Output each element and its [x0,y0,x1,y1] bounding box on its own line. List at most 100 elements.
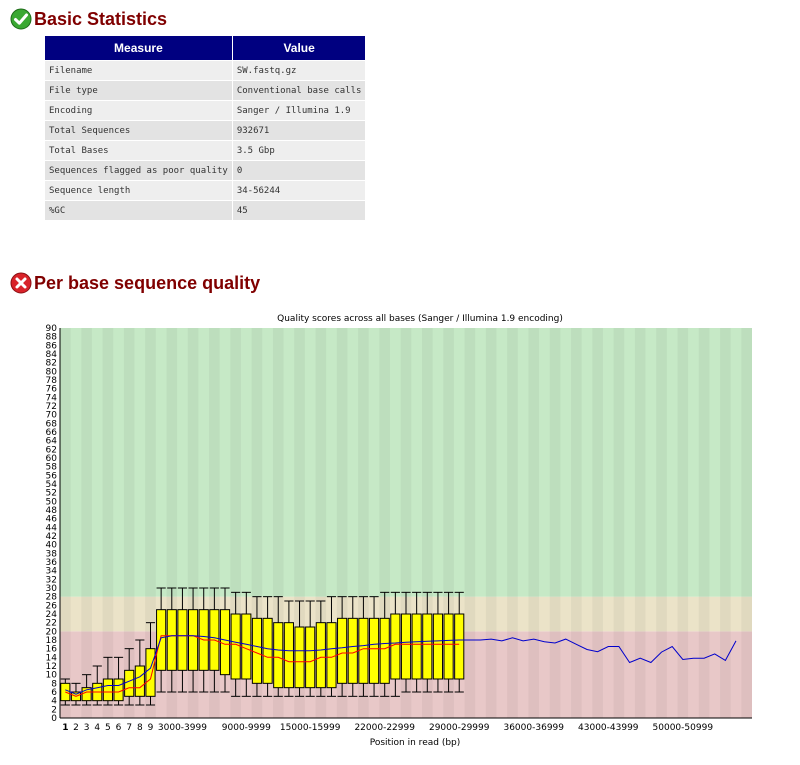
table-row: Encoding Sanger / Illumina 1.9 [44,100,367,121]
y-tick-label: 38 [46,549,58,559]
box-iqr [379,617,390,684]
y-tick-label: 6 [51,688,57,698]
y-tick-label: 8 [51,679,57,689]
y-tick-label: 30 [46,584,58,594]
y-tick-label: 16 [46,645,58,655]
position-stripe [741,328,752,718]
box-iqr [241,613,252,680]
box-iqr [443,613,454,680]
fail-cross-icon [10,272,32,294]
box-iqr [219,609,231,676]
y-tick-label: 82 [46,359,57,369]
y-tick-label: 28 [46,593,58,603]
y-tick-label: 78 [46,376,58,386]
x-tick-label: 3 [84,723,90,733]
value-cell: Sanger / Illumina 1.9 [231,100,367,121]
y-tick-label: 76 [46,385,58,395]
y-tick-label: 34 [46,567,58,577]
x-tick-label: 8 [137,723,143,733]
x-tick-label: 1 [62,723,68,733]
y-tick-label: 90 [46,324,58,334]
value-cell: 932671 [231,120,367,141]
value-cell: 3.5 Gbp [231,140,367,161]
measure-cell: Sequence length [44,180,233,201]
y-tick-label: 10 [46,671,58,681]
position-stripe [571,328,582,718]
section-title-basic-statistics: Basic Statistics [10,8,167,30]
x-tick-label: 22000-22999 [354,723,415,733]
box-iqr [422,613,433,680]
x-tick-label: 2 [73,723,79,733]
box-iqr [177,609,188,671]
y-tick-label: 80 [46,367,58,377]
position-stripe [656,328,667,718]
position-stripe [60,328,71,718]
box-iqr [454,613,465,680]
measure-cell: %GC [44,200,233,221]
x-axis-label: Position in read (bp) [370,738,461,748]
chart-title: Quality scores across all bases (Sanger … [277,314,563,324]
table-row: %GC 45 [44,200,367,221]
x-tick-label: 43000-43999 [578,723,639,733]
position-stripe [81,328,92,718]
box-iqr [283,622,294,689]
per-base-quality-chart: Quality scores across all bases (Sanger … [46,314,752,748]
box-iqr [432,613,444,680]
measure-cell: Total Sequences [44,120,233,141]
value-cell: SW.fastq.gz [231,60,367,81]
box-iqr [400,613,412,680]
x-tick-label: 4 [94,723,100,733]
box-iqr [368,617,380,684]
x-tick-label: 36000-36999 [503,723,564,733]
y-tick-label: 54 [46,480,58,490]
y-tick-label: 4 [51,697,57,707]
box-iqr [390,613,401,680]
y-tick-label: 86 [46,341,58,351]
x-tick-label: 7 [126,723,132,733]
y-tick-label: 44 [46,523,58,533]
y-tick-label: 52 [46,489,57,499]
y-tick-label: 0 [51,714,57,724]
box-iqr [156,609,167,671]
box-iqr [102,678,113,702]
section-title-text: Per base sequence quality [34,272,261,293]
box-iqr [347,617,358,684]
table-header-row: Measure Value [44,35,367,61]
box-iqr [273,622,284,689]
position-stripe [549,328,561,718]
y-tick-label: 64 [46,437,58,447]
table-row: Sequence length 34-56244 [44,180,367,201]
box-iqr [411,613,422,680]
header-value: Value [231,35,367,61]
measure-cell: Encoding [44,100,233,121]
table-row: Total Sequences 932671 [44,120,367,141]
position-stripe [698,328,710,718]
table-row: Sequences flagged as poor quality 0 [44,160,367,181]
value-cell: 45 [231,200,367,221]
y-tick-label: 68 [46,419,58,429]
position-stripe [507,328,518,718]
box-iqr [262,617,273,684]
section-title-text: Basic Statistics [34,8,168,29]
box-iqr [145,648,156,697]
x-tick-label: 29000-29999 [429,723,490,733]
measure-cell: Sequences flagged as poor quality [44,160,233,181]
x-tick-label: 50000-50999 [653,723,714,733]
section-title-per-base-quality: Per base sequence quality [10,272,260,294]
y-tick-label: 58 [46,463,58,473]
y-tick-label: 24 [46,610,58,620]
box-iqr [230,613,241,680]
x-tick-label: 6 [116,723,122,733]
y-tick-label: 74 [46,393,58,403]
y-tick-label: 32 [46,575,57,585]
x-tick-label: 9 [148,723,154,733]
box-iqr [305,626,316,689]
y-tick-label: 12 [46,662,57,672]
value-cell: Conventional base calls [231,80,367,101]
table-row: Total Bases 3.5 Gbp [44,140,367,161]
position-stripe [528,328,540,718]
basic-statistics-table: Measure Value Filename SW.fastq.gz File ty… [44,35,367,221]
y-tick-label: 2 [51,705,57,715]
y-tick-label: 56 [46,471,58,481]
y-tick-label: 20 [46,627,58,637]
